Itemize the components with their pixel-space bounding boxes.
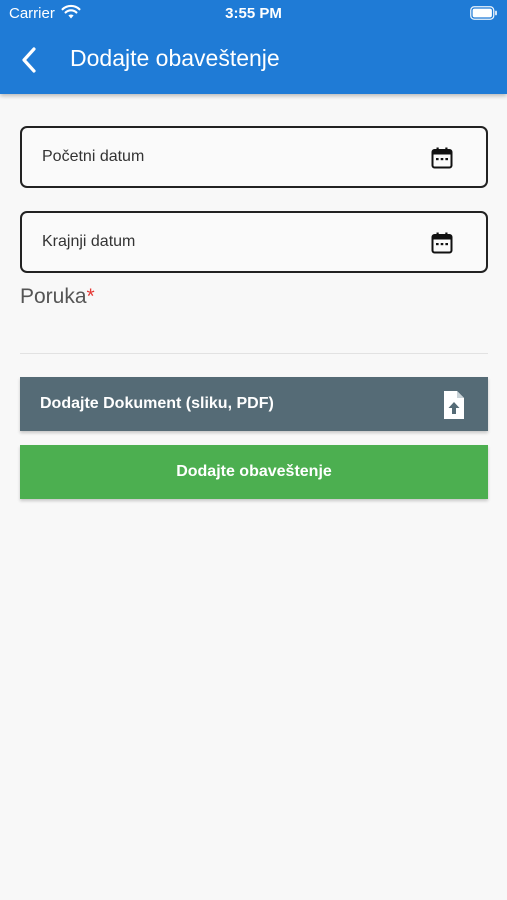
chevron-left-icon <box>22 47 36 73</box>
message-input[interactable] <box>20 316 488 354</box>
start-date-label: Početni datum <box>42 148 145 165</box>
required-marker: * <box>86 285 95 308</box>
status-bar: Carrier 3:55 PM <box>0 0 507 28</box>
message-label: Poruka* <box>20 285 95 309</box>
back-button[interactable] <box>14 44 44 76</box>
message-label-text: Poruka <box>20 285 87 308</box>
status-time: 3:55 PM <box>225 5 282 22</box>
file-upload-icon <box>444 391 464 419</box>
battery-icon <box>470 6 498 24</box>
upload-document-button[interactable]: Dodajte Dokument (sliku, PDF) <box>20 377 488 431</box>
start-date-field[interactable]: Početni datum <box>20 126 488 188</box>
app-header: Carrier 3:55 PM Dodajte obaveštenje <box>0 0 507 94</box>
upload-document-label: Dodajte Dokument (sliku, PDF) <box>40 395 274 412</box>
submit-notice-button[interactable]: Dodajte obaveštenje <box>20 445 488 499</box>
calendar-icon[interactable] <box>430 146 454 170</box>
page-title: Dodajte obaveštenje <box>70 45 280 71</box>
end-date-label: Krajnji datum <box>42 233 136 250</box>
end-date-field[interactable]: Krajnji datum <box>20 211 488 273</box>
calendar-icon[interactable] <box>430 231 454 255</box>
submit-notice-label: Dodajte obaveštenje <box>176 463 332 480</box>
